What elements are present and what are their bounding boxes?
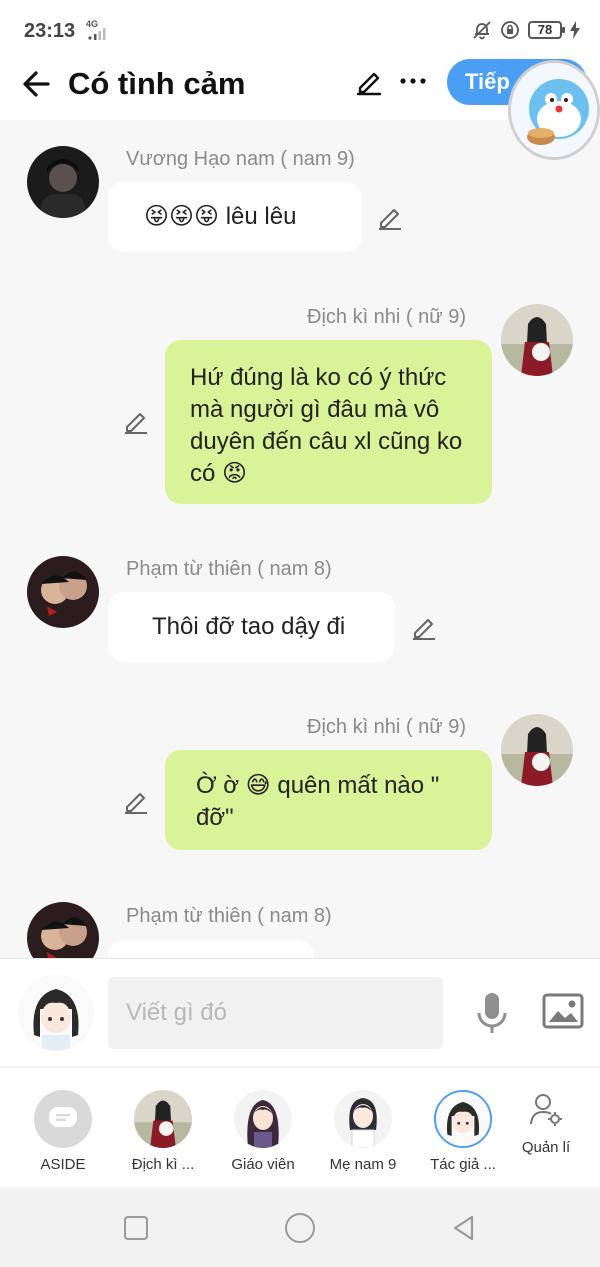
edit-message-icon[interactable] <box>122 787 150 815</box>
mute-bell-icon <box>473 21 491 40</box>
sender-name: Địch kì nhi ( nữ 9) <box>307 306 466 328</box>
character-giao-vien[interactable]: Giáo viên <box>218 1090 308 1173</box>
character-label: Tác giả ... <box>430 1156 496 1173</box>
image-icon[interactable] <box>542 993 584 1029</box>
message-input[interactable]: Viết gì đó <box>108 977 443 1049</box>
manage-label: Quản lí <box>521 1139 571 1156</box>
character-label: ASIDE <box>40 1156 86 1173</box>
avatar-dich-ki-nhi[interactable] <box>501 304 573 376</box>
sender-name: Vương Hạo nam ( nam 9) <box>126 148 355 170</box>
avatar-pham-tu-thien[interactable] <box>27 556 99 628</box>
character-label: Mẹ nam 9 <box>329 1156 397 1173</box>
character-aside[interactable]: ASIDE <box>18 1090 108 1173</box>
status-bar: 23:13 4G 78 <box>0 0 600 58</box>
edit-message-icon[interactable] <box>376 203 404 231</box>
recents-button[interactable] <box>124 1216 148 1240</box>
avatar-vuong-hao[interactable] <box>27 146 99 218</box>
character-label: Địch kì ... <box>131 1156 195 1173</box>
character-avatar-selected <box>434 1090 492 1148</box>
sender-name: Địch kì nhi ( nữ 9) <box>307 716 466 738</box>
person-settings-icon <box>530 1094 562 1126</box>
avatar-dich-ki-nhi[interactable] <box>501 714 573 786</box>
message-bubble[interactable] <box>108 940 314 958</box>
back-arrow-icon[interactable] <box>18 66 54 102</box>
character-dich-ki-nhi[interactable]: Địch kì ... <box>118 1090 208 1173</box>
edit-message-icon[interactable] <box>122 407 150 435</box>
charging-icon <box>570 21 580 39</box>
edit-message-icon[interactable] <box>410 613 438 641</box>
message-bubble[interactable]: Hứ đúng là ko có ý thức mà người gì đâu … <box>165 340 492 504</box>
chat-area[interactable]: Vương Hạo nam ( nam 9) 😝😝😝 lêu lêu Địch … <box>0 120 600 958</box>
rotation-lock-icon <box>501 21 519 39</box>
status-icons: 78 <box>472 18 580 42</box>
character-label: Giáo viên <box>231 1156 295 1173</box>
sender-name: Phạm từ thiên ( nam 8) <box>126 558 332 580</box>
message-bubble[interactable]: Ờ ờ 😅 quên mất nào " đỡ" <box>165 750 492 850</box>
message-bubble[interactable]: 😝😝😝 lêu lêu <box>108 182 362 252</box>
character-avatar <box>234 1090 292 1148</box>
composer-bar: Viết gì đó <box>0 958 600 1066</box>
manage-characters-button[interactable]: Quản lí <box>516 1092 576 1156</box>
character-avatar <box>134 1090 192 1148</box>
back-triangle-icon[interactable] <box>450 1214 478 1242</box>
character-bar: ASIDE Địch kì ... Giáo viên Mẹ nam 9 Tác… <box>0 1067 600 1187</box>
character-me-nam-9[interactable]: Mẹ nam 9 <box>318 1090 408 1173</box>
message-bubble-icon <box>49 1107 77 1127</box>
edit-pencil-icon[interactable] <box>354 66 384 96</box>
page-title: Có tình cảm <box>68 66 246 101</box>
status-time: 23:13 <box>24 20 76 42</box>
battery-indicator: 78 <box>528 21 565 39</box>
app-root: 23:13 4G 78 Có tình cảm Tiếp Vương Hạo n… <box>0 0 600 1267</box>
character-avatar <box>334 1090 392 1148</box>
home-button[interactable] <box>285 1213 315 1243</box>
current-character-avatar[interactable] <box>18 975 94 1051</box>
system-nav-bar <box>0 1188 600 1267</box>
message-bubble[interactable]: Thôi đỡ tao dậy đi <box>108 592 395 662</box>
sender-name: Phạm từ thiên ( nam 8) <box>126 905 332 927</box>
signal-icon <box>88 28 106 40</box>
avatar-pham-tu-thien[interactable] <box>27 902 99 958</box>
character-tac-gia[interactable]: Tác giả ... <box>418 1090 508 1173</box>
aside-avatar <box>34 1090 92 1148</box>
more-options-icon[interactable] <box>398 68 428 94</box>
microphone-icon[interactable] <box>472 991 512 1035</box>
